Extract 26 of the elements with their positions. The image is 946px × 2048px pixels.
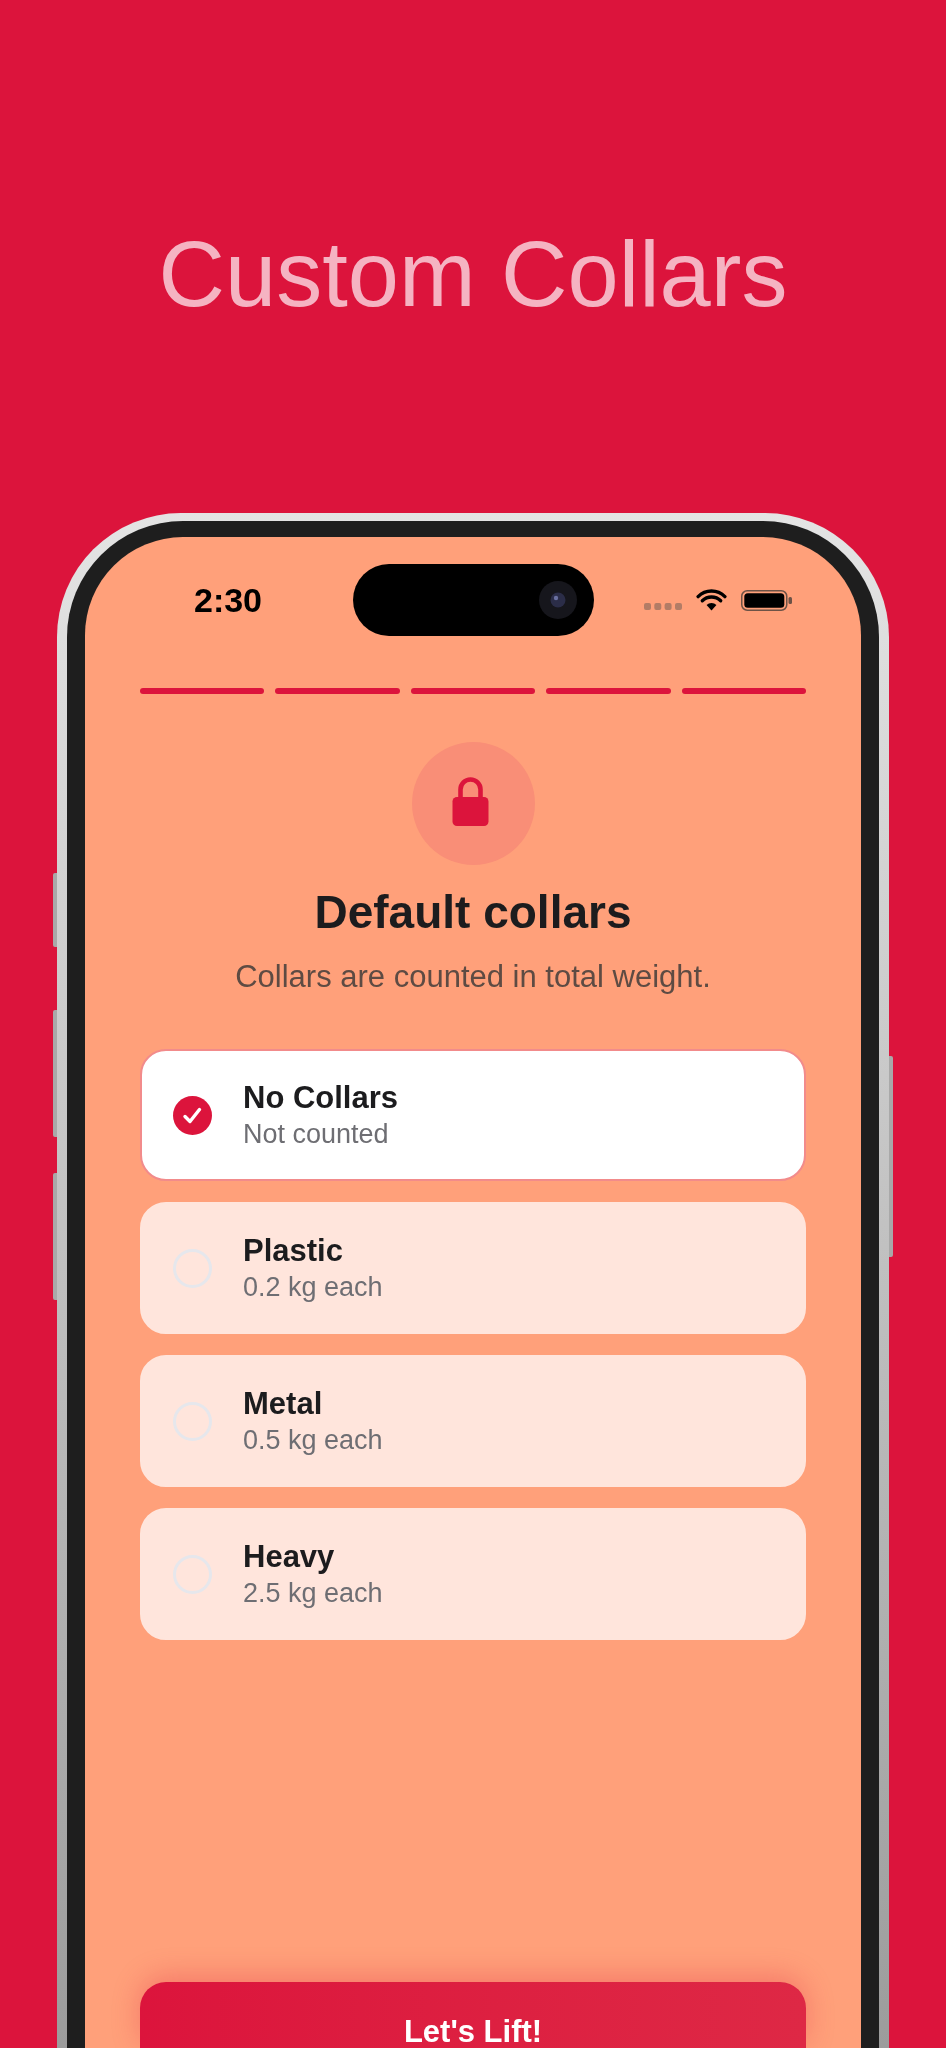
option-label: Plastic [243, 1233, 343, 1269]
option-detail: 2.5 kg each [243, 1577, 383, 1609]
lock-icon [411, 742, 535, 865]
wifi-icon [695, 589, 727, 611]
radio-button[interactable] [173, 1554, 212, 1594]
signal-icon [643, 602, 682, 610]
hero-title: Custom Collars [158, 228, 788, 320]
option-detail: 0.2 kg each [243, 1271, 383, 1303]
radio-button[interactable] [173, 1095, 212, 1135]
lift-button[interactable]: Let's Lift! [140, 1982, 806, 2048]
option-detail: Not counted [243, 1118, 389, 1150]
option-label: Metal [243, 1386, 323, 1422]
option-detail: 0.5 kg each [243, 1424, 383, 1456]
option-label: No Collars [243, 1080, 399, 1116]
option-card[interactable]: Plastic 0.2 kg each [140, 1202, 806, 1334]
radio-button[interactable] [173, 1248, 212, 1288]
radio-button[interactable] [173, 1401, 212, 1441]
screen-title: Default collars [314, 885, 632, 940]
option-card[interactable]: Heavy 2.5 kg each [140, 1508, 806, 1640]
battery-icon [740, 589, 792, 611]
camera-icon [539, 581, 577, 619]
option-label: Heavy [243, 1539, 335, 1575]
status-time: 2:30 [193, 583, 263, 617]
screen-subtitle: Collars are counted in total weight. [235, 958, 711, 996]
option-card[interactable]: No Collars Not counted [140, 1049, 806, 1181]
option-card[interactable]: Metal 0.5 kg each [140, 1355, 806, 1487]
